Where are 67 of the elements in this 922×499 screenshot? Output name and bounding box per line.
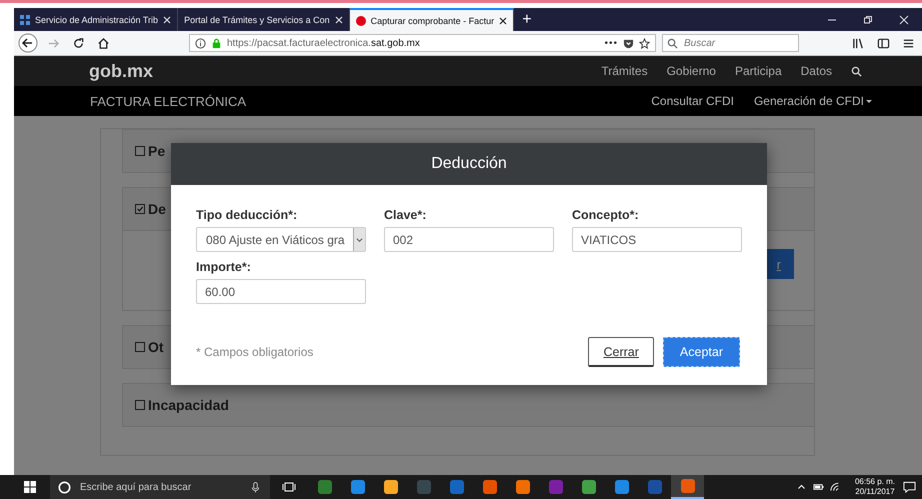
library-icon[interactable] xyxy=(852,36,865,50)
nav-link[interactable]: Trámites xyxy=(601,64,648,78)
menu-icon[interactable] xyxy=(902,36,915,50)
reload-icon[interactable] xyxy=(72,36,85,50)
close-button[interactable]: Cerrar xyxy=(588,337,654,367)
required-fields-note: * Campos obligatorios xyxy=(196,345,314,359)
sidebar-icon[interactable] xyxy=(877,36,890,50)
close-icon[interactable] xyxy=(499,16,508,24)
lock-icon xyxy=(211,38,222,48)
input-field[interactable]: 60.00 xyxy=(196,279,366,304)
back-icon[interactable] xyxy=(18,33,38,53)
taskbar-search-field[interactable]: Escribe aquí para buscar xyxy=(50,475,270,499)
app-icon[interactable] xyxy=(384,480,398,494)
chevron-down-icon xyxy=(356,236,363,242)
input-field[interactable]: 002 xyxy=(384,227,554,252)
site-logo[interactable]: gob.mx xyxy=(89,60,154,82)
nav-link[interactable]: Consultar CFDI xyxy=(651,94,734,108)
info-icon[interactable] xyxy=(195,38,206,48)
app-icon[interactable] xyxy=(582,480,596,494)
nav-link[interactable]: Generación de CFDI xyxy=(754,94,872,108)
section-label: Ot xyxy=(148,339,164,355)
new-tab-button[interactable]: + xyxy=(514,10,540,28)
search-field[interactable]: Buscar xyxy=(662,34,799,52)
restore-icon[interactable] xyxy=(863,14,873,24)
wifi-icon[interactable] xyxy=(830,482,841,492)
checkbox[interactable] xyxy=(135,400,145,410)
nav-link[interactable]: Gobierno xyxy=(666,64,716,78)
nav-link[interactable]: Participa xyxy=(734,64,782,78)
app-icon[interactable] xyxy=(350,480,364,494)
windows-start-icon[interactable] xyxy=(24,481,36,493)
checkbox[interactable] xyxy=(135,204,145,214)
site-section-title: FACTURA ELECTRÓNICA xyxy=(90,94,246,108)
accept-button[interactable]: Aceptar xyxy=(662,337,740,367)
search-icon xyxy=(667,38,678,48)
checkbox[interactable] xyxy=(135,146,145,156)
grid-icon xyxy=(20,14,30,24)
home-icon[interactable] xyxy=(97,36,110,50)
browser-tab[interactable]: Capturar comprobante - Factur xyxy=(350,8,514,31)
circle-icon xyxy=(58,480,71,494)
microphone-icon[interactable] xyxy=(251,482,260,492)
section-label: Incapacidad xyxy=(148,397,229,413)
checkbox[interactable] xyxy=(135,342,145,352)
input-field[interactable]: VIATICOS xyxy=(572,227,742,252)
battery-icon[interactable] xyxy=(812,482,824,492)
app-icon[interactable] xyxy=(516,480,530,494)
pocket-icon[interactable] xyxy=(623,38,634,48)
site-dot-icon xyxy=(356,16,366,26)
star-icon[interactable] xyxy=(639,38,650,48)
notification-icon[interactable] xyxy=(903,481,916,493)
section-label: De xyxy=(148,201,166,217)
field-label: Importe*: xyxy=(196,260,252,274)
field-label: Tipo deducción*: xyxy=(196,208,298,222)
search-icon[interactable] xyxy=(851,66,862,76)
app-icon[interactable] xyxy=(614,480,628,494)
deduction-type-dropdown[interactable]: 080 Ajuste en Viáticos gra xyxy=(196,227,366,252)
nav-link[interactable]: Datos xyxy=(800,64,832,78)
clock-time[interactable]: 06:56 p. m. xyxy=(854,477,895,487)
field-label: Clave*: xyxy=(384,208,428,222)
caret-icon xyxy=(866,100,872,102)
page-actions-button[interactable]: ••• xyxy=(604,38,618,48)
field-label: Concepto*: xyxy=(572,208,640,222)
app-icon[interactable] xyxy=(482,480,496,494)
section-label: Pe xyxy=(148,143,166,159)
task-view-icon[interactable] xyxy=(282,481,296,493)
modal-title: Deducción xyxy=(431,155,507,173)
address-bar[interactable]: https://pacsat.facturaelectronica.sat.gob.mx ••• xyxy=(189,34,656,52)
clock-date[interactable]: 20/11/2017 xyxy=(855,487,895,497)
